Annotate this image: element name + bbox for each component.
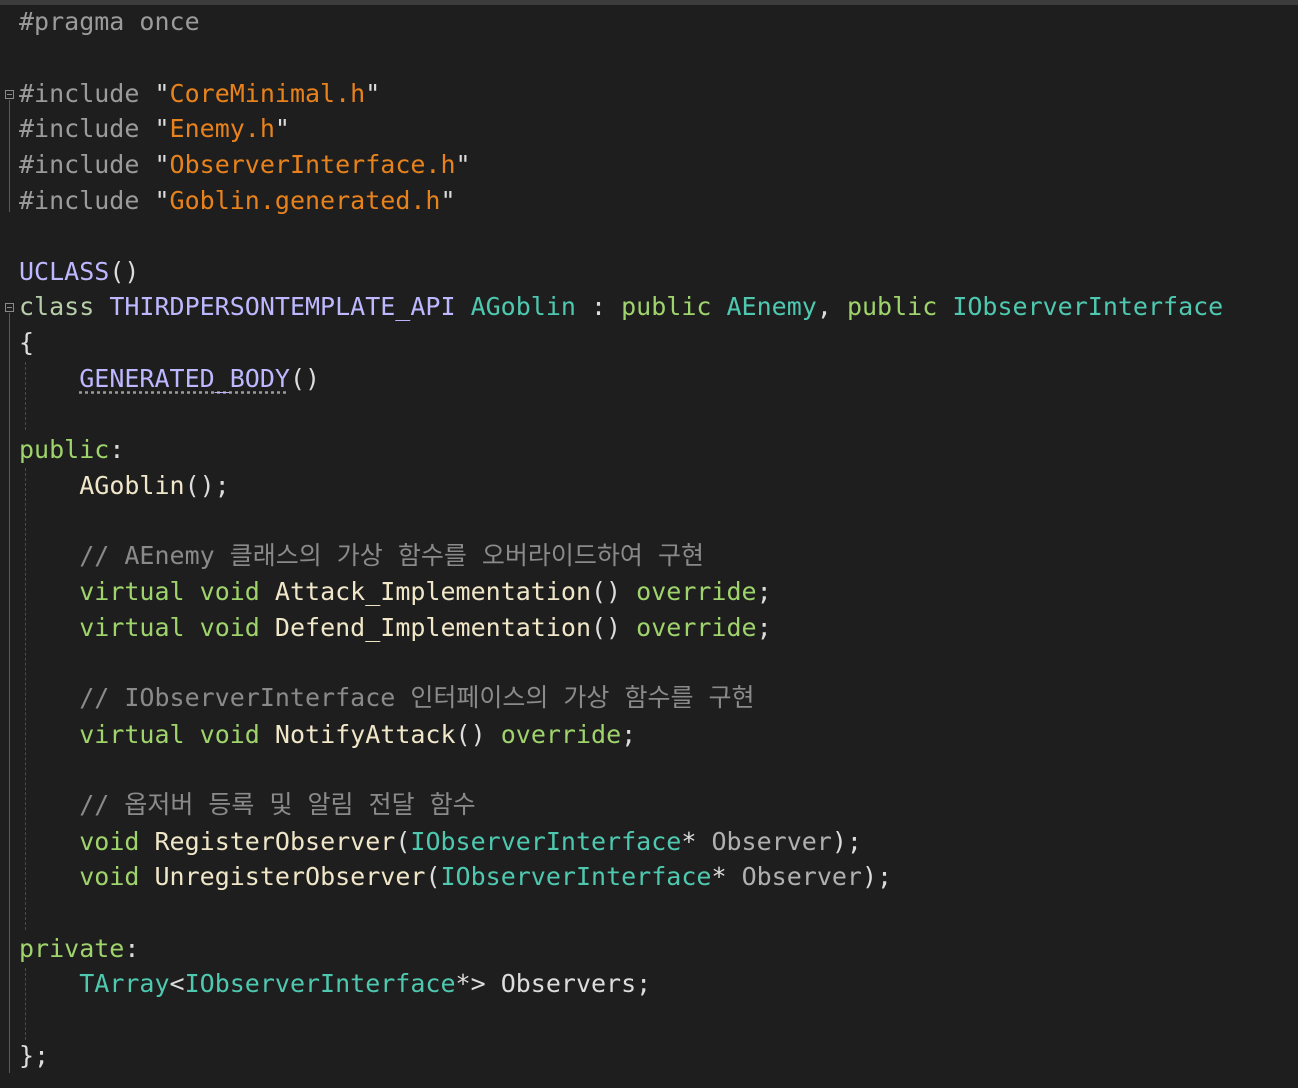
uclass-macro: UCLASS: [19, 257, 110, 286]
void-keyword: void: [199, 613, 260, 642]
class-keyword: class: [19, 292, 95, 321]
function-name: RegisterObserver: [154, 827, 396, 856]
generated-body-macro: GENERATED_BODY: [79, 364, 290, 393]
access-keyword: public: [621, 292, 712, 321]
directive-keyword: #include: [19, 79, 140, 108]
void-keyword: void: [79, 862, 140, 891]
code-line-comment[interactable]: // IObserverInterface 인터페이스의 가상 함수를 구현: [19, 680, 755, 716]
include-path: Goblin.generated.h: [169, 186, 441, 215]
code-line-unregister[interactable]: void UnregisterObserver(IObserverInterfa…: [19, 859, 892, 895]
code-line-close-brace[interactable]: };: [19, 1038, 49, 1074]
code-line-attack[interactable]: virtual void Attack_Implementation() ove…: [19, 574, 771, 610]
base-class: AEnemy: [726, 292, 817, 321]
api-macro: THIRDPERSONTEMPLATE_API: [109, 292, 456, 321]
code-line-include[interactable]: #include "Enemy.h": [19, 111, 290, 147]
fold-toggle-icon[interactable]: [5, 90, 14, 99]
include-path: CoreMinimal.h: [169, 79, 366, 108]
virtual-keyword: virtual: [79, 613, 185, 642]
virtual-keyword: virtual: [79, 720, 185, 749]
code-comment: // IObserverInterface 인터페이스의 가상 함수를 구현: [79, 683, 755, 712]
code-line-pragma[interactable]: #pragma once: [19, 4, 200, 40]
function-name: UnregisterObserver: [154, 862, 426, 891]
function-name: Attack_Implementation: [274, 577, 591, 606]
code-line-constructor[interactable]: AGoblin();: [19, 468, 230, 504]
code-line-open-brace[interactable]: {: [19, 325, 34, 361]
code-line-comment[interactable]: // AEnemy 클래스의 가상 함수를 오버라이드하여 구현: [19, 538, 704, 574]
override-keyword: override: [636, 577, 757, 606]
directive-keyword: #include: [19, 150, 140, 179]
override-keyword: override: [500, 720, 622, 749]
fold-range-line: [9, 313, 10, 1073]
fold-range-line: [9, 100, 10, 212]
access-label: public: [19, 435, 110, 464]
template-argument-type: IObserverInterface: [184, 969, 456, 998]
constructor-name: AGoblin: [79, 471, 185, 500]
code-line-member[interactable]: TArray<IObserverInterface*> Observers;: [19, 966, 651, 1002]
member-name: Observers: [500, 969, 637, 998]
code-line-class-declaration[interactable]: class THIRDPERSONTEMPLATE_API AGoblin : …: [19, 289, 1223, 325]
code-line-generated-body[interactable]: GENERATED_BODY(): [19, 361, 320, 397]
void-keyword: void: [79, 827, 140, 856]
access-keyword: public: [846, 292, 938, 321]
function-name: NotifyAttack: [274, 720, 456, 749]
directive-keyword: #include: [19, 186, 140, 215]
code-comment: // 옵저버 등록 및 알림 전달 함수: [79, 790, 476, 819]
void-keyword: void: [199, 720, 260, 749]
virtual-keyword: virtual: [79, 577, 185, 606]
override-keyword: override: [636, 613, 757, 642]
void-keyword: void: [199, 577, 260, 606]
parameter-type: IObserverInterface: [440, 862, 712, 891]
code-line-comment[interactable]: // 옵저버 등록 및 알림 전달 함수: [19, 787, 476, 823]
code-line-include[interactable]: #include "CoreMinimal.h": [19, 76, 380, 112]
access-label: private: [19, 934, 125, 963]
base-class: IObserverInterface: [952, 292, 1224, 321]
include-path: ObserverInterface.h: [169, 150, 456, 179]
function-name: Defend_Implementation: [274, 613, 591, 642]
directive-keyword: #include: [19, 114, 140, 143]
tarray-type: TArray: [79, 969, 170, 998]
code-line-defend[interactable]: virtual void Defend_Implementation() ove…: [19, 610, 771, 646]
parameter-name: Observer: [741, 862, 862, 891]
fold-toggle-icon[interactable]: [5, 303, 14, 312]
code-line-notify[interactable]: virtual void NotifyAttack() override;: [19, 717, 636, 753]
directive-keyword: #pragma: [19, 7, 125, 36]
parameter-type: IObserverInterface: [410, 827, 682, 856]
code-line-include[interactable]: #include "Goblin.generated.h": [19, 183, 456, 219]
code-comment: // AEnemy 클래스의 가상 함수를 오버라이드하여 구현: [79, 541, 704, 570]
code-line-uclass[interactable]: UCLASS(): [19, 254, 139, 290]
code-line-register[interactable]: void RegisterObserver(IObserverInterface…: [19, 824, 862, 860]
code-line-private-label[interactable]: private:: [19, 931, 139, 967]
code-line-public-label[interactable]: public:: [19, 432, 124, 468]
code-editor[interactable]: #pragma once #include "CoreMinimal.h" #i…: [0, 0, 1298, 1088]
pragma-argument: once: [139, 7, 200, 36]
include-path: Enemy.h: [169, 114, 275, 143]
code-line-include[interactable]: #include "ObserverInterface.h": [19, 147, 471, 183]
parameter-name: Observer: [711, 827, 832, 856]
class-name: AGoblin: [470, 292, 576, 321]
